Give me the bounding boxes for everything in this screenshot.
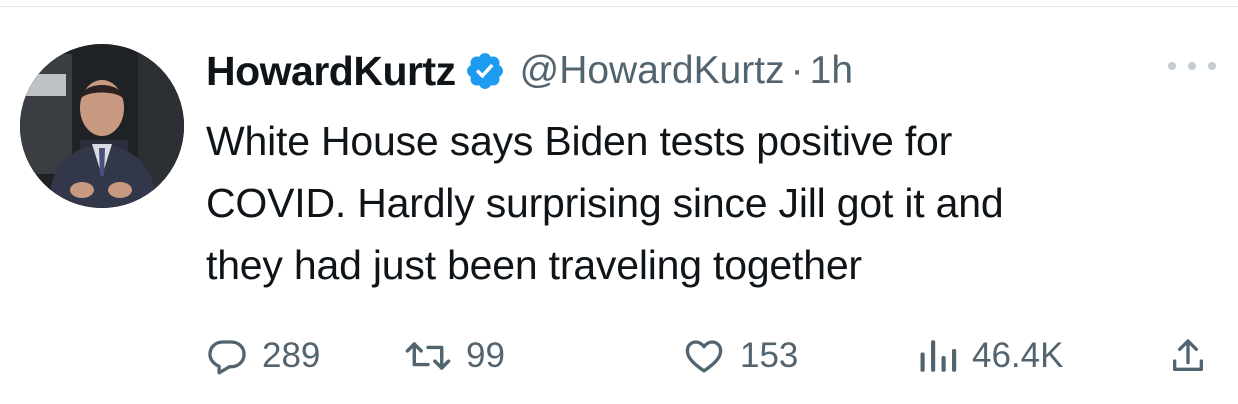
views-button[interactable]: 46.4K <box>918 330 1063 382</box>
ellipsis-dot <box>1168 62 1176 70</box>
tweet-card[interactable]: HowardKurtz @HowardKurtz · 1h White Hous… <box>0 0 1238 404</box>
ellipsis-icon[interactable] <box>1168 54 1216 78</box>
heart-icon <box>685 340 723 373</box>
timestamp[interactable]: 1h <box>810 49 853 93</box>
view-count: 46.4K <box>972 336 1064 375</box>
action-bar: 289 99 153 46.4K <box>206 330 1218 382</box>
avatar[interactable] <box>20 44 184 208</box>
handle[interactable]: @HowardKurtz <box>520 49 785 93</box>
avatar-photo <box>20 44 184 208</box>
separator-dot: · <box>790 49 804 92</box>
tweet-text: White House says Biden tests positive fo… <box>206 110 1216 296</box>
reply-count: 289 <box>262 336 321 375</box>
ellipsis-dot <box>1188 62 1196 70</box>
retweet-count: 99 <box>466 336 505 375</box>
share-upload-icon <box>1173 339 1203 371</box>
tweet-body: HowardKurtz @HowardKurtz · 1h White Hous… <box>206 40 1216 296</box>
retweet-arrows-icon <box>405 342 451 370</box>
top-divider <box>0 6 1238 7</box>
ellipsis-dot <box>1208 62 1216 70</box>
tweet-text-line: COVID. Hardly surprising since Jill got … <box>206 180 1004 226</box>
speech-bubble-icon <box>208 340 246 375</box>
bar-chart-icon <box>920 340 957 372</box>
retweet-button[interactable]: 99 <box>404 330 505 382</box>
like-button[interactable]: 153 <box>682 330 798 382</box>
tweet-header: HowardKurtz @HowardKurtz · 1h <box>206 40 1216 102</box>
tweet-text-line: White House says Biden tests positive fo… <box>206 118 953 164</box>
display-name[interactable]: HowardKurtz <box>206 48 456 95</box>
like-count: 153 <box>740 336 799 375</box>
share-button[interactable] <box>1168 330 1208 382</box>
verified-badge-icon <box>464 50 506 92</box>
reply-button[interactable]: 289 <box>206 330 320 382</box>
tweet-text-line: they had just been traveling together <box>206 242 862 288</box>
